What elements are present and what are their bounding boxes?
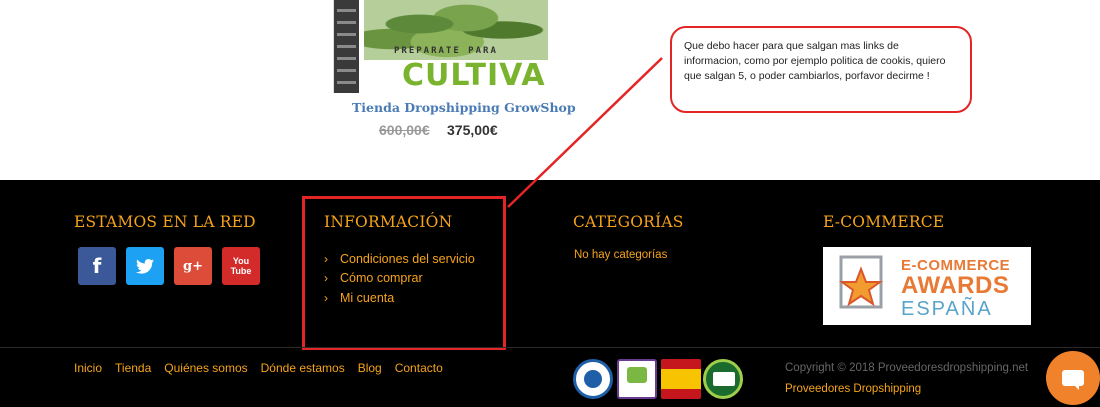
product-title-link[interactable]: Tienda Dropshipping GrowShop [352,100,576,115]
bottom-nav: Inicio Tienda Quiénes somos Dónde estamo… [74,361,443,375]
page: PREPARATE PARA CULTIVAR Tienda Dropshipp… [0,0,1100,407]
bottom-link-donde-estamos[interactable]: Dónde estamos [261,361,345,375]
no-categories-text: No hay categorías [574,249,668,261]
price-old: 600,00€ [379,122,430,138]
iso-badge-icon [573,359,613,399]
social-title: ESTAMOS EN LA RED [74,213,256,231]
youtube-glyph: You Tube [230,256,252,276]
content-area: PREPARATE PARA CULTIVAR Tienda Dropshipp… [0,0,1100,180]
award-star-icon [838,255,884,309]
twitter-icon[interactable] [126,247,164,285]
youtube-icon[interactable]: You Tube [222,247,260,285]
categories-title: CATEGORÍAS [573,213,684,231]
image-headline: CULTIVAR [402,58,548,93]
facebook-icon[interactable]: f [78,247,116,285]
bottom-link-inicio[interactable]: Inicio [74,361,102,375]
ecommerce-awards-logo[interactable]: E-COMMERCE AWARDS ESPAÑA [823,247,1031,325]
image-tagline: PREPARATE PARA [394,46,498,56]
image-sidebar [334,0,359,93]
bottom-link-blog[interactable]: Blog [358,361,382,375]
twitter-bird-icon [136,258,154,274]
gplus-glyph: g+ [183,258,203,274]
company-link[interactable]: Proveedores Dropshipping [785,383,921,395]
chat-button[interactable] [1046,351,1100,405]
annotation-callout: Que debo hacer para que salgan mas links… [670,26,972,113]
spain-flag-badge-icon [661,359,701,399]
copyright-text: Copyright © 2018 Proveedoresdropshipping… [785,362,1029,374]
award-line-2: AWARDS [901,272,1010,299]
facebook-glyph: f [92,254,102,278]
google-plus-icon[interactable]: g+ [174,247,212,285]
bottom-link-tienda[interactable]: Tienda [115,361,151,375]
bottom-link-contacto[interactable]: Contacto [395,361,443,375]
price-new: 375,00€ [447,122,498,138]
confianza-online-badge-icon [617,359,657,399]
footer-divider [0,347,1100,348]
ecommerce-title: E-COMMERCE [823,213,945,231]
bottom-link-quienes-somos[interactable]: Quiénes somos [164,361,247,375]
product-image[interactable]: PREPARATE PARA CULTIVAR [333,0,548,93]
award-line-3: ESPAÑA [901,298,993,320]
chat-bubble-icon [1062,370,1084,390]
ssl-security-badge-icon [703,359,743,399]
annotation-highlight-box [302,196,506,350]
